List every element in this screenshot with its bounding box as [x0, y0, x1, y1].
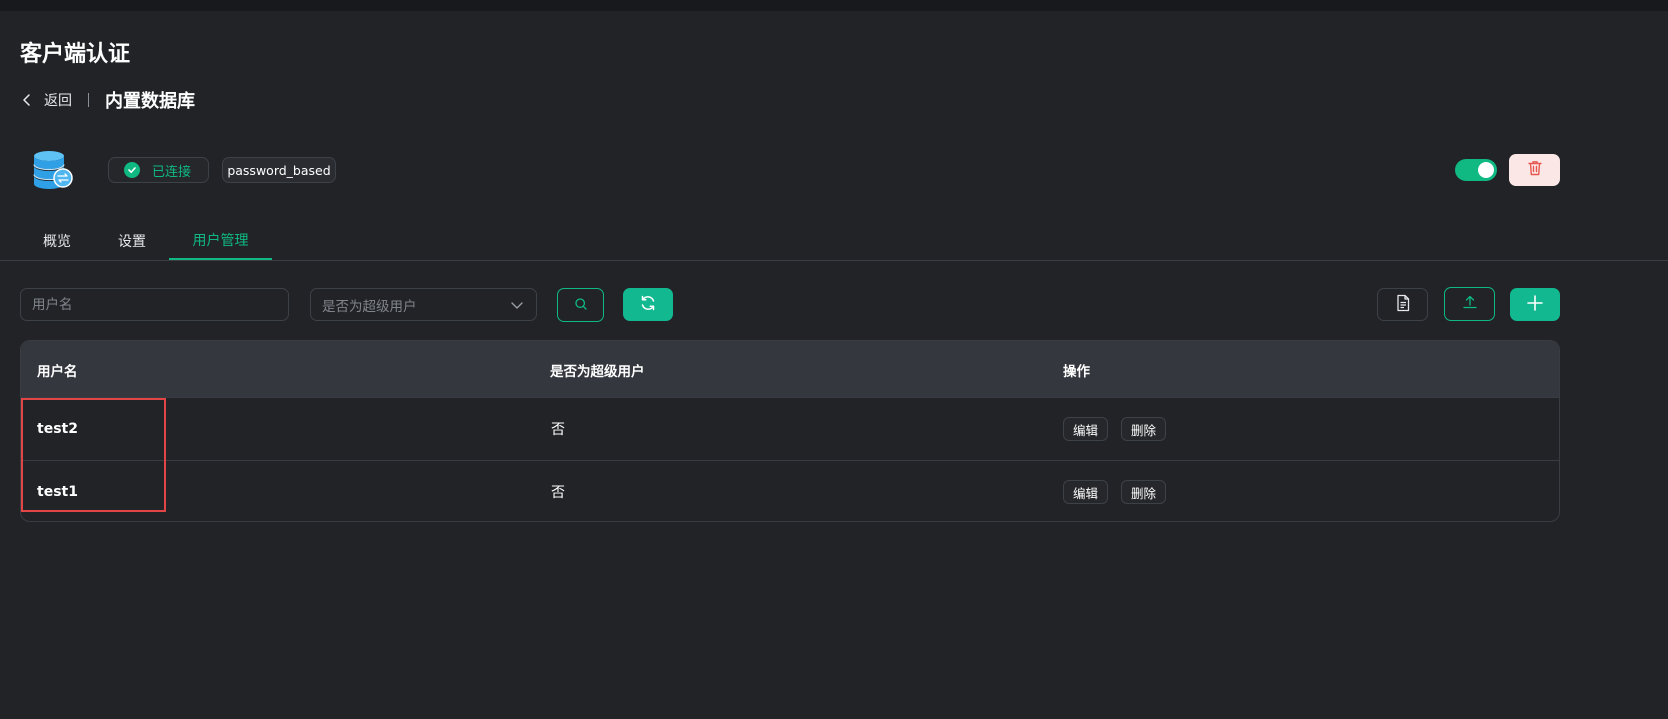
- cell-superuser: 否: [551, 422, 565, 438]
- chevron-left-icon: [20, 93, 34, 107]
- database-icon: [30, 150, 74, 192]
- breadcrumb-separator: [88, 93, 89, 107]
- chevron-down-icon: [510, 298, 524, 312]
- superuser-select-placeholder: 是否为超级用户: [322, 298, 417, 315]
- back-link[interactable]: 返回: [20, 90, 72, 110]
- search-icon: [574, 296, 588, 315]
- edit-button[interactable]: 编辑: [1063, 480, 1109, 504]
- check-circle-icon: [124, 162, 140, 178]
- tab-bar: 概览 设置 用户管理: [0, 222, 1668, 261]
- cell-superuser: 否: [551, 485, 565, 501]
- tab-overview[interactable]: 概览: [28, 222, 86, 260]
- auth-type-badge: password_based: [222, 157, 336, 183]
- back-label: 返回: [44, 93, 72, 109]
- column-header-superuser: 是否为超级用户: [550, 363, 645, 380]
- delete-user-button[interactable]: 删除: [1121, 480, 1167, 504]
- username-search-input[interactable]: [20, 288, 289, 321]
- upload-icon: [1462, 294, 1478, 314]
- tab-user-management[interactable]: 用户管理: [169, 222, 272, 260]
- cell-username: test2: [37, 421, 78, 437]
- delete-user-button[interactable]: 删除: [1121, 417, 1167, 441]
- breadcrumb-current: 内置数据库: [105, 91, 195, 112]
- table-header: 用户名 是否为超级用户 操作: [21, 341, 1559, 398]
- refresh-icon: [639, 294, 657, 316]
- toggle-knob: [1478, 162, 1494, 178]
- tab-settings[interactable]: 设置: [103, 222, 161, 260]
- document-button[interactable]: [1377, 288, 1428, 321]
- page-title: 客户端认证: [20, 42, 131, 67]
- enable-toggle[interactable]: [1455, 159, 1497, 181]
- plus-icon: [1526, 294, 1544, 316]
- add-user-button[interactable]: [1510, 288, 1560, 321]
- refresh-button[interactable]: [623, 288, 673, 321]
- cell-username: test1: [37, 484, 78, 500]
- top-bar: [0, 0, 1668, 11]
- column-header-username: 用户名: [37, 363, 78, 380]
- users-table: 用户名 是否为超级用户 操作 test2 否 编辑 删除 test1 否 编辑 …: [20, 340, 1560, 522]
- search-button[interactable]: [557, 288, 604, 322]
- trash-icon: [1526, 159, 1544, 181]
- document-icon: [1395, 294, 1411, 316]
- upload-button[interactable]: [1444, 287, 1495, 321]
- status-text: 已连接: [152, 164, 192, 180]
- delete-button[interactable]: [1509, 154, 1560, 186]
- table-row: test1 否 编辑 删除: [21, 460, 1559, 521]
- column-header-actions: 操作: [1063, 363, 1090, 380]
- breadcrumb: 返回 内置数据库: [20, 88, 195, 112]
- superuser-select[interactable]: 是否为超级用户: [310, 288, 537, 321]
- edit-button[interactable]: 编辑: [1063, 417, 1109, 441]
- table-row: test2 否 编辑 删除: [21, 397, 1559, 460]
- status-badge: 已连接: [108, 157, 209, 183]
